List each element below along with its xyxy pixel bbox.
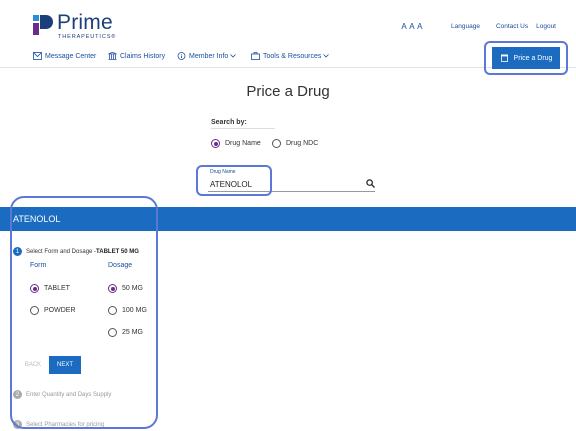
nav-claims-history[interactable]: Claims History xyxy=(108,52,165,60)
drug-result-title: ATENOLOL xyxy=(13,214,61,224)
wizard-step-2[interactable]: 2 Enter Quantity and Days Supply xyxy=(13,390,111,399)
step-2-label: Enter Quantity and Days Supply xyxy=(26,391,112,398)
building-icon xyxy=(108,52,117,60)
radio-drug-ndc[interactable] xyxy=(272,139,281,148)
drug-name-field-label: Drug Name xyxy=(210,169,236,175)
form-option-tablet[interactable]: TABLET xyxy=(30,284,70,293)
radio-form-powder[interactable] xyxy=(30,306,39,315)
nav-claims-history-label: Claims History xyxy=(120,52,166,60)
dosage-option-label: 50 MG xyxy=(122,285,144,292)
nav-tools-resources-label: Tools & Resources xyxy=(263,52,322,60)
nav-member-info[interactable]: Member Info xyxy=(177,52,237,60)
text-size-control[interactable]: A A A xyxy=(401,22,423,31)
radio-form-tablet[interactable] xyxy=(30,284,39,293)
search-option-drug-name[interactable]: Drug Name xyxy=(211,139,261,148)
back-button[interactable]: BACK xyxy=(22,356,44,374)
dosage-option-100mg[interactable]: 100 MG xyxy=(108,306,147,315)
radio-dosage-100mg[interactable] xyxy=(108,306,117,315)
search-option-label: Drug Name xyxy=(225,140,261,147)
radio-dosage-50mg[interactable] xyxy=(108,284,117,293)
pill-bottle-icon xyxy=(500,54,508,62)
chevron-down-icon xyxy=(230,54,237,58)
page-title: Price a Drug xyxy=(246,83,330,100)
contact-us-link[interactable]: Contact Us xyxy=(496,23,528,30)
language-link[interactable]: Language xyxy=(451,23,480,30)
form-column-header: Form xyxy=(30,262,47,269)
next-button[interactable]: NEXT xyxy=(49,356,81,374)
nav-message-center-label: Message Center xyxy=(45,52,97,60)
radio-dosage-25mg[interactable] xyxy=(108,328,117,337)
price-a-drug-label: Price a Drug xyxy=(513,54,553,62)
nav-member-info-label: Member Info xyxy=(189,52,229,60)
search-icon[interactable] xyxy=(366,179,375,188)
wizard-step-1[interactable]: 1 Select Form and Dosage - TABLET 50 MG xyxy=(13,247,139,256)
step-1-number: 1 xyxy=(13,247,22,256)
logout-link[interactable]: Logout xyxy=(536,23,556,30)
main-nav: Message Center Claims History Member Inf… xyxy=(0,44,576,68)
dosage-option-25mg[interactable]: 25 MG xyxy=(108,328,143,337)
dosage-option-50mg[interactable]: 50 MG xyxy=(108,284,143,293)
search-option-label: Drug NDC xyxy=(286,140,319,147)
brand-sub: THERAPEUTICS® xyxy=(58,34,117,40)
step-1-selection: TABLET 50 MG xyxy=(96,248,139,255)
form-option-label: TABLET xyxy=(44,285,70,292)
step-3-number: 3 xyxy=(13,420,22,429)
form-option-powder[interactable]: POWDER xyxy=(30,306,76,315)
dosage-column-header: Dosage xyxy=(108,262,133,269)
drug-name-field[interactable]: Drug Name ATENOLOL xyxy=(208,168,375,192)
search-option-drug-ndc[interactable]: Drug NDC xyxy=(272,139,318,148)
wizard-step-3[interactable]: 3 Select Pharmacies for pricing xyxy=(13,420,104,429)
divider xyxy=(211,128,275,129)
price-a-drug-button[interactable]: Price a Drug xyxy=(492,47,560,69)
briefcase-icon xyxy=(251,52,260,60)
dosage-option-label: 100 MG xyxy=(122,307,147,314)
step-2-number: 2 xyxy=(13,390,22,399)
envelope-icon xyxy=(33,52,42,60)
step-1-label: Select Form and Dosage - xyxy=(26,248,97,255)
drug-result-bar: ATENOLOL xyxy=(0,207,576,231)
dosage-option-label: 25 MG xyxy=(122,329,144,336)
drug-name-input[interactable]: ATENOLOL xyxy=(210,180,252,189)
info-icon xyxy=(177,52,186,60)
nav-message-center[interactable]: Message Center xyxy=(33,52,96,60)
chevron-down-icon xyxy=(323,54,330,58)
top-links: A A A Language Contact Us Logout xyxy=(401,22,556,31)
step-3-label: Select Pharmacies for pricing xyxy=(26,421,105,428)
form-option-label: POWDER xyxy=(44,307,76,314)
prime-logo[interactable]: Prime THERAPEUTICS® xyxy=(32,11,127,43)
radio-drug-name[interactable] xyxy=(211,139,220,148)
prime-logo-icon xyxy=(33,15,53,35)
nav-tools-resources[interactable]: Tools & Resources xyxy=(251,52,330,60)
header: Prime THERAPEUTICS® A A A Language Conta… xyxy=(0,0,576,44)
brand-name: Prime xyxy=(57,11,113,34)
search-by-label: Search by: xyxy=(211,119,247,126)
